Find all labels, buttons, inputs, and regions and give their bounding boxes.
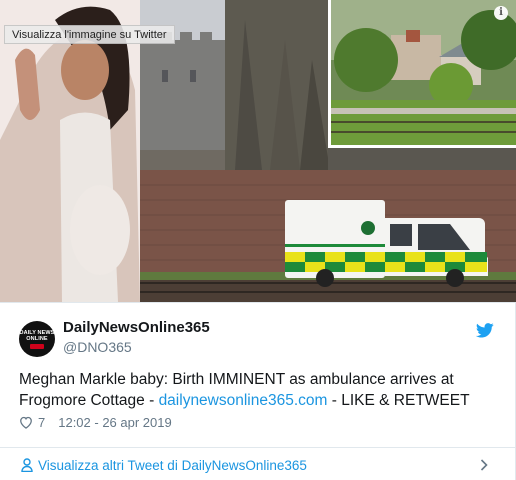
avatar-text: DAILY NEWS ONLINE [19, 330, 55, 342]
heart-icon[interactable] [19, 416, 33, 429]
person-icon [21, 458, 33, 472]
avatar-badge [30, 344, 44, 349]
inset-photo: i [328, 0, 516, 148]
tweet-text: Meghan Markle baby: Birth IMMINENT as am… [19, 369, 499, 411]
chevron-right-icon[interactable] [480, 459, 488, 471]
twitter-bird-icon[interactable] [476, 323, 494, 338]
tweet-text-end: - LIKE & RETWEET [327, 392, 470, 409]
like-count[interactable]: 7 [38, 415, 45, 430]
article-link[interactable]: dailynewsonline365.com [159, 392, 328, 409]
info-icon[interactable]: i [494, 6, 508, 20]
tweet-card: DAILY NEWS ONLINE DailyNewsOnline365 @DN… [0, 302, 516, 480]
view-image-tooltip: Visualizza l'immagine su Twitter [4, 25, 175, 44]
author-handle[interactable]: @DNO365 [63, 339, 132, 355]
avatar[interactable]: DAILY NEWS ONLINE [19, 321, 55, 357]
tweet-meta: 7 12:02 - 26 apr 2019 [19, 414, 172, 430]
tweet-photo[interactable]: Visualizza l'immagine su Twitter i [0, 0, 516, 302]
author-name[interactable]: DailyNewsOnline365 [63, 319, 210, 336]
tweet-embed: Visualizza l'immagine su Twitter i DAILY… [0, 0, 516, 480]
tweet-timestamp[interactable]: 12:02 - 26 apr 2019 [58, 415, 171, 430]
more-tweets-bar[interactable]: Visualizza altri Tweet di DailyNewsOnlin… [0, 447, 516, 480]
more-tweets-link[interactable]: Visualizza altri Tweet di DailyNewsOnlin… [38, 458, 307, 473]
cottage-scene [331, 0, 516, 145]
